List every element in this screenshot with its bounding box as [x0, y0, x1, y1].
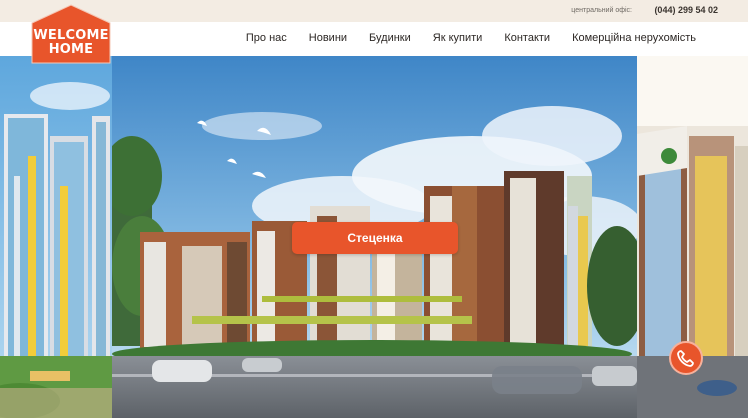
logo-text-line2: HOME: [48, 42, 94, 57]
logo-text-line1: WELCOME: [33, 28, 109, 43]
nav-item-contacts[interactable]: Контакти: [504, 32, 550, 44]
nav-item-about[interactable]: Про нас: [246, 32, 287, 44]
hero-slider: Стеценка: [0, 56, 748, 418]
slide-left-image[interactable]: [0, 56, 112, 418]
nav-item-how-to-buy[interactable]: Як купити: [433, 32, 483, 44]
nav-item-buildings[interactable]: Будинки: [369, 32, 411, 44]
cta-project-button[interactable]: Стеценка: [292, 222, 458, 254]
top-info-bar: центральний офіс: (044) 299 54 02: [0, 0, 748, 22]
phone-number[interactable]: (044) 299 54 02: [654, 5, 718, 15]
office-label: центральний офіс:: [571, 7, 632, 14]
main-nav: Про нас Новини Будинки Як купити Контакт…: [224, 32, 696, 44]
site-logo[interactable]: WELCOME HOME: [30, 3, 112, 64]
nav-item-commercial[interactable]: Комерційна нерухомість: [572, 32, 696, 44]
main-nav-bar: Про нас Новини Будинки Як купити Контакт…: [0, 22, 748, 56]
call-button[interactable]: [669, 341, 703, 375]
phone-icon: [677, 350, 694, 367]
nav-item-news[interactable]: Новини: [309, 32, 347, 44]
